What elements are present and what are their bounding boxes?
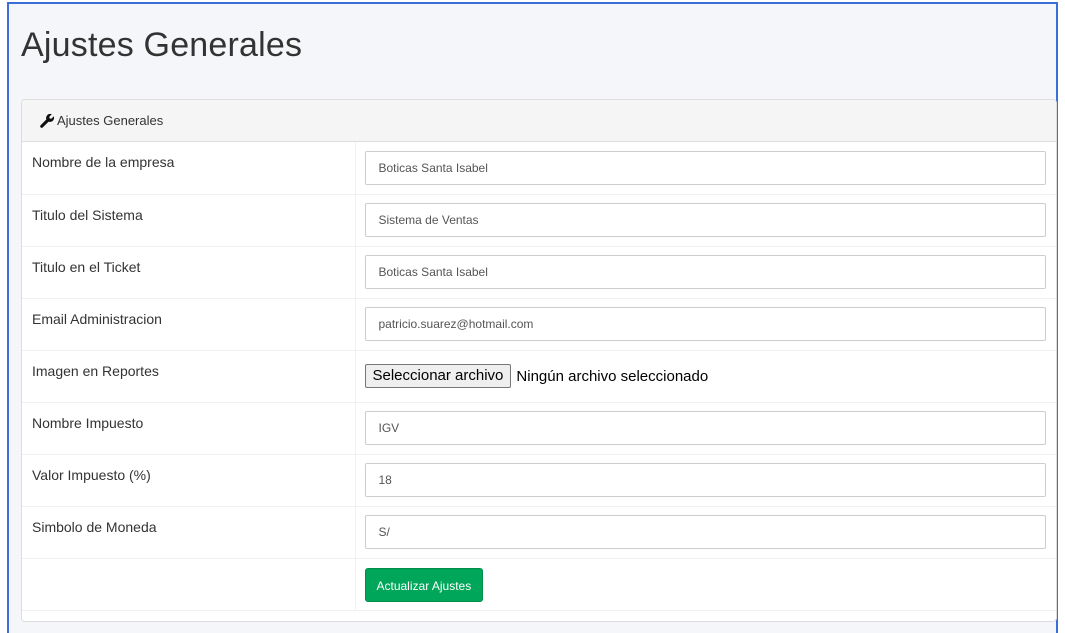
tax-value-label: Valor Impuesto (%) xyxy=(32,466,151,483)
report-image-label: Imagen en Reportes xyxy=(32,362,159,379)
tax-name-label: Nombre Impuesto xyxy=(32,414,144,431)
update-settings-button[interactable]: Actualizar Ajustes xyxy=(364,568,484,602)
ticket-title-row: Titulo en el Ticket Boticas Santa Isabel xyxy=(22,246,1056,299)
panel-heading-text: Ajustes Generales xyxy=(57,113,164,128)
file-status-text: Ningún archivo seleccionado xyxy=(516,367,709,385)
report-image-file-input: Seleccionar archivo Ningún archivo selec… xyxy=(364,364,1047,388)
panel-heading: Ajustes Generales xyxy=(22,100,1056,142)
select-file-button[interactable]: Seleccionar archivo xyxy=(364,364,512,388)
settings-panel: Ajustes Generales Nombre de la empresa B… xyxy=(21,99,1057,622)
ticket-title-label: Titulo en el Ticket xyxy=(32,258,141,275)
page-frame: Ajustes Generales Ajustes Generales Nomb… xyxy=(7,2,1058,633)
company-name-row: Nombre de la empresa Boticas Santa Isabe… xyxy=(22,142,1056,195)
report-image-row: Imagen en Reportes Seleccionar archivo N… xyxy=(22,350,1056,403)
admin-email-input[interactable]: patricio.suarez@hotmail.com xyxy=(364,307,1046,341)
company-name-input[interactable]: Boticas Santa Isabel xyxy=(364,150,1046,185)
admin-email-row: Email Administracion patricio.suarez@hot… xyxy=(22,298,1056,351)
system-title-row: Titulo del Sistema Sistema de Ventas xyxy=(22,194,1056,247)
wrench-icon xyxy=(39,113,55,129)
settings-form: Nombre de la empresa Boticas Santa Isabe… xyxy=(22,142,1056,611)
admin-email-label: Email Administracion xyxy=(32,310,162,327)
system-title-label: Titulo del Sistema xyxy=(32,206,143,223)
currency-symbol-label: Simbolo de Moneda xyxy=(32,518,157,535)
ticket-title-input[interactable]: Boticas Santa Isabel xyxy=(364,255,1046,289)
currency-symbol-input[interactable]: S/ xyxy=(364,515,1046,549)
company-name-label: Nombre de la empresa xyxy=(32,154,175,170)
tax-name-input[interactable]: IGV xyxy=(364,411,1046,445)
tax-name-row: Nombre Impuesto IGV xyxy=(22,402,1056,455)
system-title-input[interactable]: Sistema de Ventas xyxy=(364,203,1046,237)
tax-value-row: Valor Impuesto (%) 18 xyxy=(22,454,1056,507)
currency-symbol-row: Simbolo de Moneda S/ xyxy=(22,506,1056,559)
tax-value-input[interactable]: 18 xyxy=(364,463,1046,497)
submit-row: Actualizar Ajustes xyxy=(22,558,1056,611)
page-title: Ajustes Generales xyxy=(21,26,303,64)
